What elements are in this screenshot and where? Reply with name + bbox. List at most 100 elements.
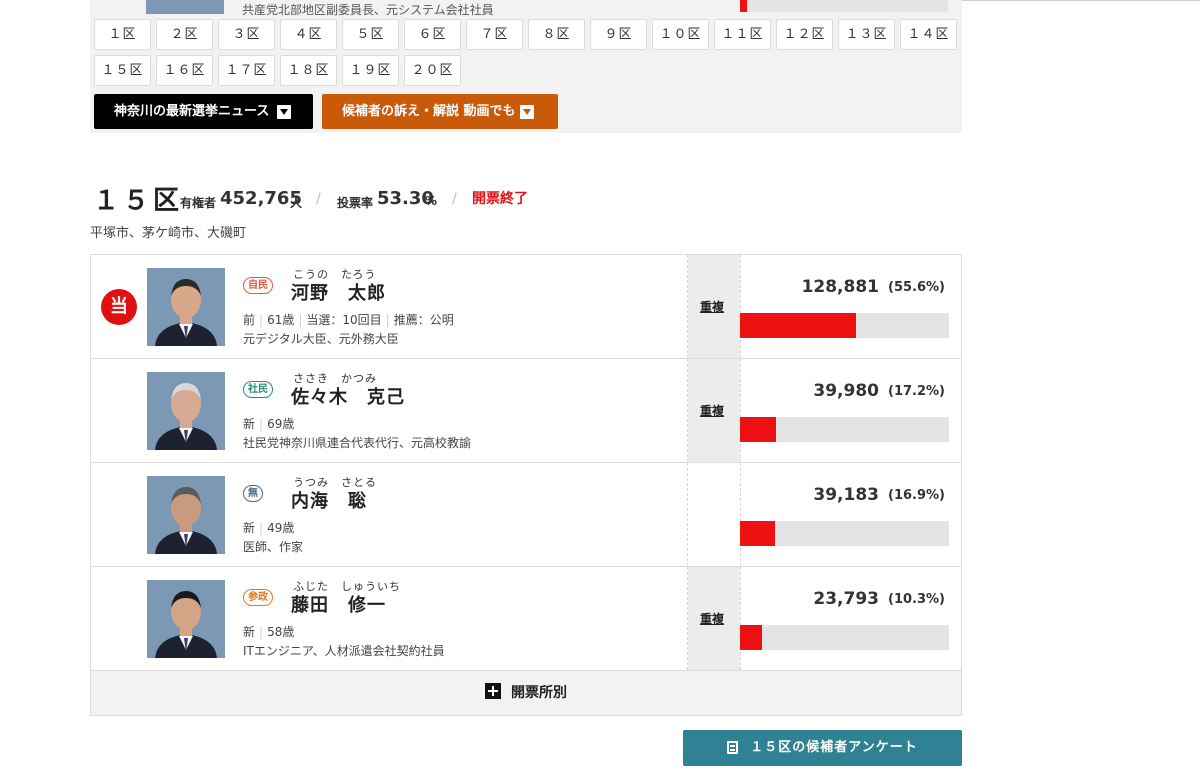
district-button[interactable]: ４区 (280, 19, 337, 50)
top-border-line (962, 0, 1200, 1)
detail-separator: | (259, 625, 264, 639)
candidate-details: 新 | 58歳 (243, 623, 294, 640)
candidate-row: 参政 ふじた しゅういち 藤田 修一新 | 58歳 ITエンジニア、人材派遣会社契約社員重… (91, 567, 961, 671)
vote-bar-fill (740, 313, 857, 338)
vote-bar (740, 313, 949, 338)
candidate-detail: 新 (243, 521, 256, 535)
candidate-photo (147, 580, 225, 658)
candidate-results-table: 開票所別 当自民 こうの たろう 河野 太郎前 | 61歳 | 当選：10回目 | 推薦：公明元… (90, 254, 962, 716)
detail-separator: | (259, 521, 264, 535)
duplicate-candidacy-link[interactable]: 重複 (700, 610, 724, 627)
district-button[interactable]: ２０区 (404, 55, 461, 86)
previous-candidate-photo (146, 0, 224, 14)
district-button[interactable]: １区 (94, 19, 151, 50)
candidate-detail: 当選：10回目 (306, 313, 382, 327)
candidate-detail: 新 (243, 417, 256, 431)
district-area: 平塚市、茅ケ崎市、大磯町 (90, 226, 247, 241)
vote-bar-fill (740, 625, 762, 650)
vote-bar-fill (740, 417, 776, 442)
district-button[interactable]: １３区 (838, 19, 895, 50)
candidate-details: 新 | 49歳 (243, 519, 294, 536)
district-button[interactable]: １９区 (342, 55, 399, 86)
party-badge: 社民 (243, 381, 273, 398)
winner-badge: 当 (101, 289, 137, 325)
party-badge: 無 (243, 485, 263, 502)
candidate-survey-button[interactable]: １５区の候補者アンケート (683, 730, 962, 766)
district-button[interactable]: １６区 (156, 55, 213, 86)
stat-separator: / (316, 191, 321, 207)
candidate-detail: 推薦：公明 (393, 313, 454, 327)
candidate-detail: 58歳 (267, 625, 295, 639)
turnout-unit: % (425, 194, 438, 208)
detail-separator: | (385, 313, 390, 327)
previous-candidate-vote-bar (740, 0, 948, 12)
candidate-row: 無うつみ さとる 内海 聡新 | 49歳 医師、作家 39,183 (16.9%) (91, 463, 961, 567)
candidate-career: ITエンジニア、人材派遣会社契約社員 (243, 644, 445, 658)
vote-bar (740, 521, 949, 546)
column-divider (740, 255, 741, 358)
candidate-row: 当自民 こうの たろう 河野 太郎前 | 61歳 | 当選：10回目 | 推薦：公明 元デジタル大… (91, 255, 961, 359)
video-button-label: 候補者の訴え・解説 動画でも (342, 104, 516, 119)
vote-percentage: (16.9%) (888, 488, 945, 503)
vote-bar (740, 625, 949, 650)
candidate-video-button[interactable]: 候補者の訴え・解説 動画でも (322, 94, 558, 129)
column-divider (740, 463, 741, 566)
candidate-career: 元デジタル大臣、元外務大臣 (243, 332, 399, 346)
turnout-label: 投票率 (337, 196, 374, 210)
district-nav-panel: 共産党北部地区副委員長、元システム会社社員 １区 ２区 ３区 ４区 ５区 ６区 ７区 ８区 ９区… (90, 0, 962, 133)
district-button[interactable]: ８区 (528, 19, 585, 50)
survey-button-label: １５区の候補者アンケート (750, 740, 918, 755)
vote-count: 128,881 (801, 277, 879, 297)
district-button[interactable]: ５区 (342, 19, 399, 50)
vote-bar (740, 417, 949, 442)
candidate-name: 内海 聡 (291, 491, 367, 512)
district-title: １５区 (93, 186, 184, 216)
counting-status: 開票終了 (472, 191, 528, 207)
duplicate-candidacy-link[interactable]: 重複 (700, 402, 724, 419)
candidate-career: 社民党神奈川県連合代表代行、元高校教諭 (243, 436, 472, 450)
candidate-name: 佐々木 克己 (291, 387, 405, 408)
document-icon (727, 741, 739, 754)
plus-icon (485, 683, 501, 699)
detail-separator: | (259, 313, 264, 327)
caret-down-icon (277, 105, 291, 119)
detail-separator: | (298, 313, 303, 327)
electorate-unit: 人 (290, 196, 303, 210)
district-button[interactable]: １４区 (900, 19, 957, 50)
vote-bar-fill (740, 521, 776, 546)
candidate-detail: 新 (243, 625, 256, 639)
candidate-detail: 61歳 (267, 313, 295, 327)
district-button[interactable]: １８区 (280, 55, 337, 86)
candidate-detail: 前 (243, 313, 256, 327)
district-button[interactable]: １２区 (776, 19, 833, 50)
results-by-counting-station-button[interactable]: 開票所別 (91, 671, 961, 715)
candidate-details: 新 | 69歳 (243, 415, 294, 432)
district-button[interactable]: １０区 (652, 19, 709, 50)
candidate-photo (147, 268, 225, 346)
district-button[interactable]: ７区 (466, 19, 523, 50)
news-button-label: 神奈川の最新選挙ニュース (114, 104, 270, 119)
district-button[interactable]: ９区 (590, 19, 647, 50)
electorate-label: 有権者 (180, 196, 217, 210)
candidate-name: 藤田 修一 (291, 595, 386, 616)
candidate-detail: 49歳 (267, 521, 295, 535)
district-button[interactable]: ６区 (404, 19, 461, 50)
column-divider (687, 463, 688, 566)
party-badge: 参政 (243, 589, 273, 606)
candidate-photo (147, 476, 225, 554)
kanagawa-election-news-button[interactable]: 神奈川の最新選挙ニュース (94, 94, 313, 129)
candidate-details: 前 | 61歳 | 当選：10回目 | 推薦：公明 (243, 311, 454, 328)
candidate-detail: 69歳 (267, 417, 295, 431)
candidate-name: 河野 太郎 (291, 283, 386, 304)
duplicate-candidacy-link[interactable]: 重複 (700, 298, 724, 315)
vote-percentage: (55.6%) (888, 280, 945, 295)
caret-down-icon (520, 105, 534, 119)
district-button[interactable]: ３区 (218, 19, 275, 50)
vote-count: 23,793 (813, 589, 879, 609)
district-button[interactable]: １７区 (218, 55, 275, 86)
district-button[interactable]: １１区 (714, 19, 771, 50)
district-button[interactable]: １５区 (94, 55, 151, 86)
district-button[interactable]: ２区 (156, 19, 213, 50)
column-divider (740, 567, 741, 670)
column-divider (740, 359, 741, 462)
